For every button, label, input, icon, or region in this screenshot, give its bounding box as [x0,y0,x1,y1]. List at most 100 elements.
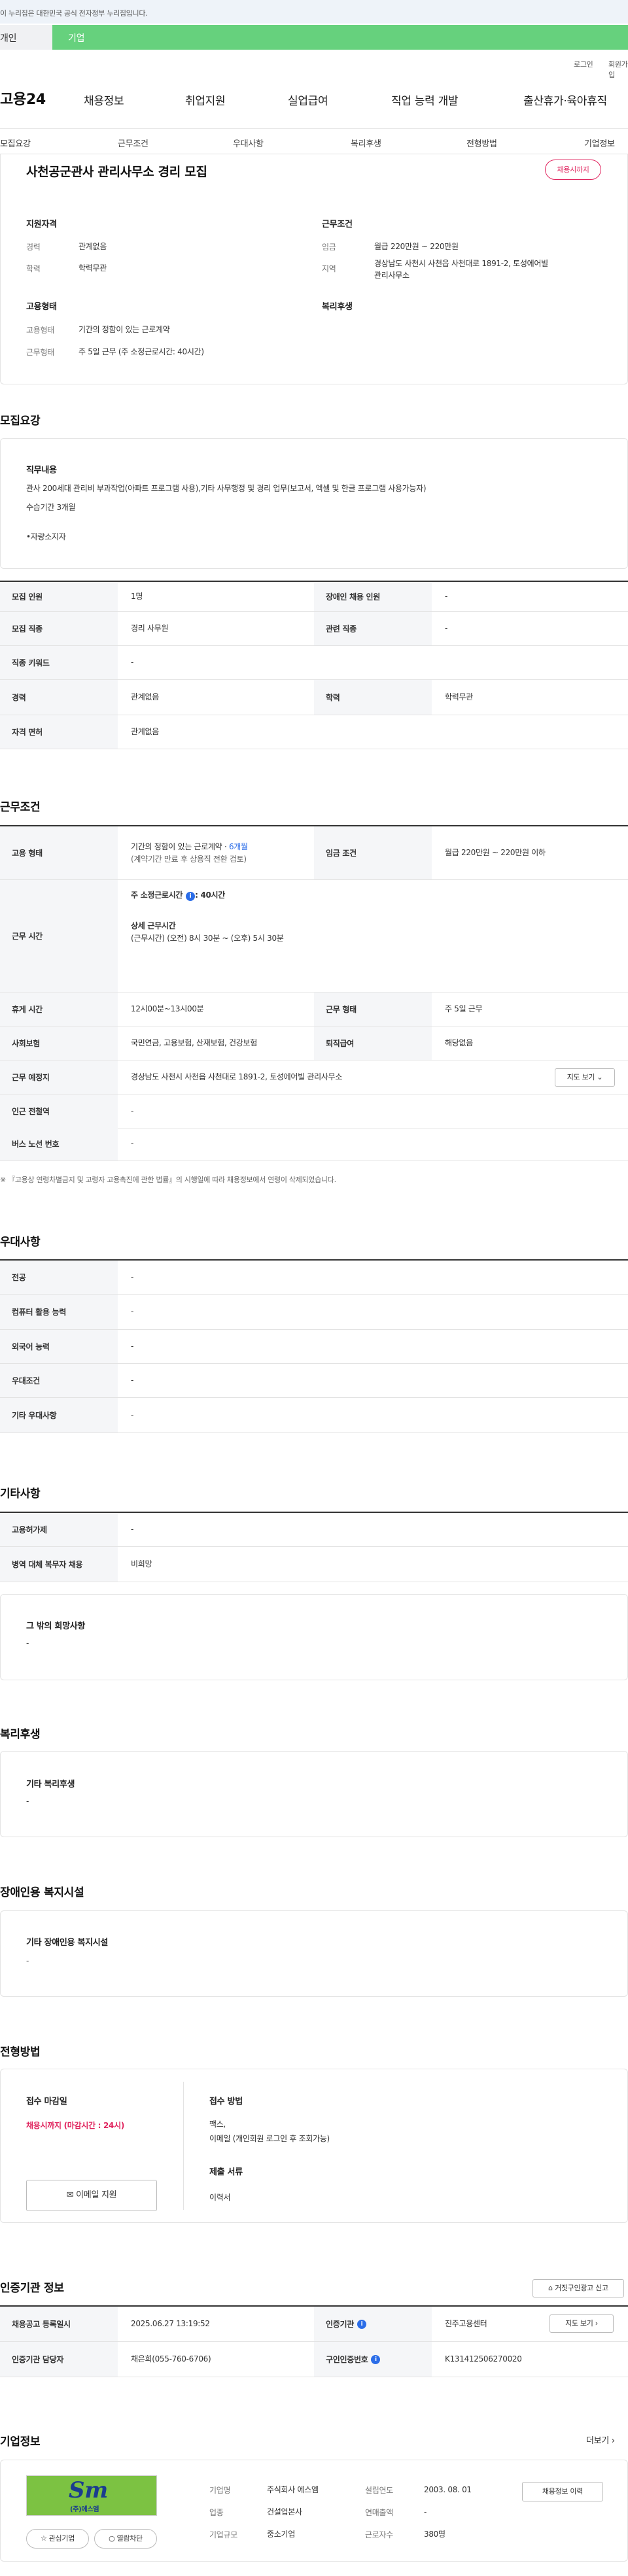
education-value: 학력무관 [78,263,107,273]
condition-heading: 근무조건 [322,220,353,229]
map-view-button[interactable]: 지도 보기 ⌄ [555,1068,615,1087]
info-icon[interactable]: i [357,2319,366,2329]
login-link[interactable]: 로그인 [574,59,593,69]
table-row: 모집 인원 1명 장애인 채용 인원 - [0,582,628,612]
detail-hours-value: (근무시간) (오전) 8시 30분 ~ (오후) 5시 30분 [131,934,284,943]
home-icon: ⌂ [548,2284,553,2292]
corporate-label: 기업 [68,33,85,44]
table-row: 휴게 시간 12시00분~13시00분 근무 형태 주 5일 근무 [0,992,628,1026]
career-value: 관계없음 [78,242,107,251]
more-link[interactable]: 더보기 › [586,2433,615,2446]
cell-value: 월급 220만원 ~ 220만원 이하 [445,848,546,857]
work-time-cell: 주 소정근로시간 i: 40시간 상세 근무시간 (근무시간) (오전) 8시 3… [118,880,628,992]
gnb-skill-development[interactable]: 직업 능력 개발 [391,92,459,108]
employment-line2: (계약기간 만료 후 상용직 전환 검토) [131,854,247,864]
deadline-value: 채용시까지 (마감시간 : 24시) [26,2121,125,2130]
employment-contract: 기간의 정함이 있는 근로계약 · [131,841,229,851]
email-apply-button[interactable]: ✉ 이메일 지원 [26,2180,157,2211]
tab-welfare[interactable]: 복리후생 [351,137,381,149]
recruit-table: 모집 인원 1명 장애인 채용 인원 - 모집 직종 경리 사무원 관련 직종 … [0,581,628,751]
cell-value: - [445,592,448,601]
interest-label: 관심기업 [48,2534,75,2543]
staff-value: 380명 [424,2530,445,2539]
cell-label: 자격 면허 [0,715,118,749]
table-row: 고용 형태 기간의 정함이 있는 근로계약 · 6개월 (계약기간 만료 후 상… [0,826,628,880]
cell-label: 인근 전철역 [0,1094,118,1128]
gnb-job-info[interactable]: 채용정보 [84,92,124,108]
cert-org-label: 인증기관 i [314,2307,432,2341]
report-fake-ad-button[interactable]: ⌂ 거짓구인광고 신고 [532,2279,624,2297]
table-row: 자격 면허 관계없음 [0,715,628,749]
qualification-heading: 지원자격 [26,220,57,229]
info-icon[interactable]: i [371,2354,381,2364]
join-link[interactable]: 회원가입 [608,59,628,80]
tab-preference[interactable]: 우대사항 [233,137,264,149]
cell-label: 임금 조건 [314,826,432,879]
cell-value: - [131,1106,134,1115]
cell-value: - [131,1410,134,1419]
cell-label: 고용허가제 [0,1513,118,1546]
hiring-history-button[interactable]: 채용정보 이력 [522,2482,603,2501]
disabled-box [0,1910,628,1997]
gov-banner: 이 누리집은 대한민국 공식 전자정부 누리집입니다. [0,0,628,24]
welfare-heading: 복리후생 [322,302,353,312]
area-label: 지역 [322,264,336,273]
cell-label: 학력 [314,680,432,715]
work-type-value: 주 5일 근무 (주 소정근로시간: 40시간) [78,347,204,356]
gnb-parental-leave[interactable]: 출산휴가·육아휴직 [523,92,607,108]
cell-value: 진주고용센터 [445,2319,487,2328]
duty-line-3: •자량소지자 [26,532,66,541]
table-row: 채용공고 등록일시 2025.06.27 13:19:52 인증기관 i 진주고용… [0,2307,628,2342]
cell-value: - [131,1139,134,1148]
hope-value: - [26,1638,29,1648]
table-row: 전공 - [0,1261,628,1295]
docs-heading: 제출 서류 [209,2167,243,2177]
logo-subtext: (주)에스엠 [70,2506,99,2513]
fixed-hours-head: 주 소정근로시간 [131,890,183,900]
cert-map-button[interactable]: 지도 보기 › [550,2314,614,2333]
personal-label: 개인 [0,33,17,44]
duty-box [0,438,628,569]
cell-value: 비희망 [131,1559,152,1568]
disabled-box-heading: 기타 장애인용 복지시설 [26,1938,109,1948]
interest-company-button[interactable]: ☆ 관심기업 [26,2529,89,2549]
sales-label: 연매출액 [365,2508,393,2517]
cell-value: 관계없음 [131,692,159,702]
divider [183,2082,184,2210]
deadline-badge: 채용시까지 [545,160,601,180]
email-apply-label: 이메일 지원 [76,2190,117,2200]
tab-company[interactable]: 기업정보 [584,137,615,149]
cell-label: 우대조건 [0,1364,118,1397]
cert-number-label: 구인인증번호 i [314,2342,432,2377]
company-logo: Sm (주)에스엠 [26,2475,157,2516]
hope-heading: 그 밖의 희망사항 [26,1621,86,1631]
cell-value: 학력무관 [445,692,473,702]
cell-value: K131412506270020 [445,2354,522,2364]
block-view-button[interactable]: ○ 열람차단 [94,2529,157,2549]
info-icon[interactable]: i [186,892,196,901]
welfare-box-value: - [26,1797,29,1806]
cell-value: 관계없음 [131,727,159,736]
employment-cell: 기간의 정함이 있는 근로계약 · 6개월 (계약기간 만료 후 상용직 전환 … [118,826,314,879]
cell-label: 관련 직종 [314,612,432,645]
industry-label: 업종 [209,2508,224,2517]
cell-value: - [131,1525,134,1534]
company-section-title: 기업정보 [0,2435,41,2449]
tab-selection[interactable]: 전형방법 [466,137,497,149]
gnb-employment-support[interactable]: 취업지원 [185,92,226,108]
corporate-toggle[interactable]: 기업 [52,25,628,50]
tab-recruit[interactable]: 모집요강 [0,137,31,149]
work-table: 고용 형태 기간의 정함이 있는 근로계약 · 6개월 (계약기간 만료 후 상… [0,825,628,1128]
duty-line-1: 관사 200세대 관리비 부과작업(아파트 프로그램 사용),기타 사무행정 및… [26,484,427,493]
tab-work[interactable]: 근무조건 [118,137,148,149]
area-value-line2: 관리사무소 [374,271,410,280]
star-icon: ☆ [40,2534,47,2543]
site-logo[interactable]: 고용24 [0,88,46,109]
cell-label: 전공 [0,1261,118,1294]
cell-label: 근무 시간 [0,880,118,992]
table-row: 병역 대체 복무자 채용 비희망 [0,1547,628,1582]
cell-label: 고용 형태 [0,826,118,879]
cell-value: 12시00분~13시00분 [131,1004,204,1013]
gnb-unemployment-benefit[interactable]: 실업급여 [288,92,328,108]
table-row: 인근 전철역 - [0,1094,628,1128]
